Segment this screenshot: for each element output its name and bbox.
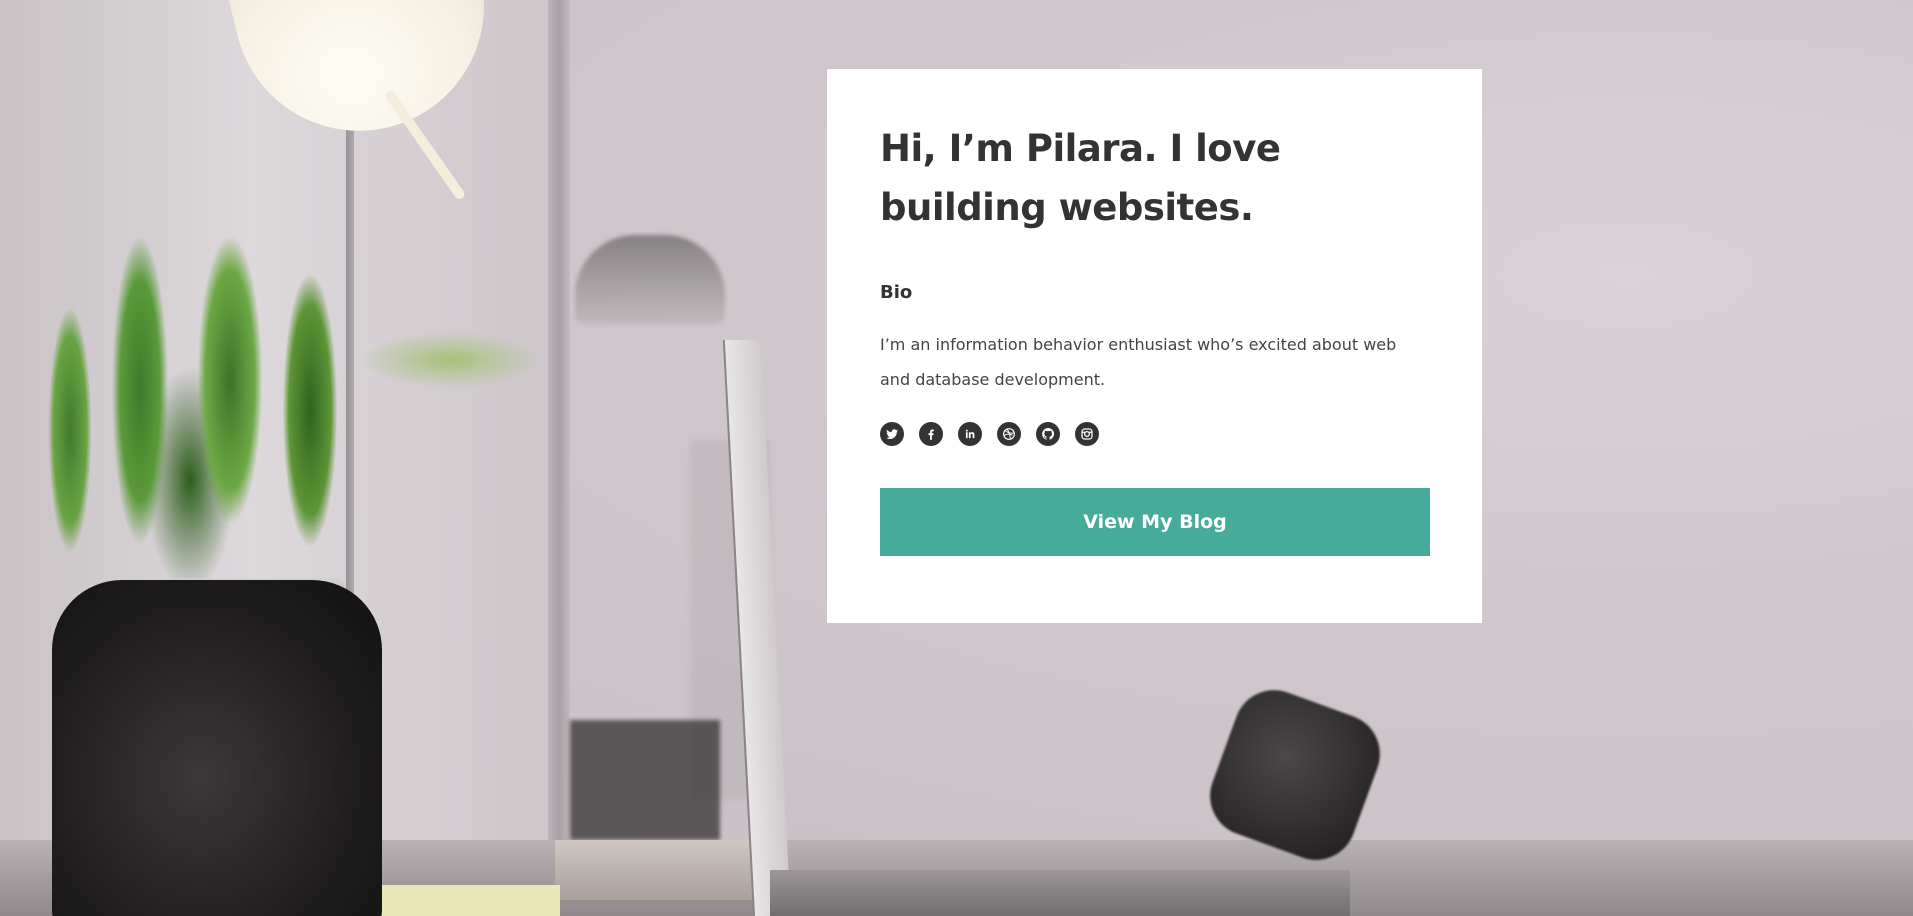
social-links <box>880 422 1429 446</box>
twitter-icon <box>886 429 899 440</box>
bio-heading: Bio <box>880 282 913 303</box>
github-icon <box>1042 427 1055 440</box>
background-plant <box>10 130 570 600</box>
background-laptop-base <box>770 870 1350 916</box>
dribbble-link[interactable] <box>997 422 1021 446</box>
facebook-icon <box>928 429 934 440</box>
instagram-link[interactable] <box>1075 422 1099 446</box>
hero-section: Hi, I’m Pilara. I love building websites… <box>0 0 1913 916</box>
github-link[interactable] <box>1036 422 1060 446</box>
linkedin-icon <box>965 429 975 439</box>
bio-text: I’m an information behavior enthusiast w… <box>880 335 1397 389</box>
background-stone-block <box>555 840 775 900</box>
facebook-link[interactable] <box>919 422 943 446</box>
intro-card: Hi, I’m Pilara. I love building websites… <box>827 69 1482 623</box>
background-desk-lamp <box>575 235 725 325</box>
background-box <box>570 720 720 840</box>
view-blog-button[interactable]: View My Blog <box>880 488 1430 556</box>
twitter-link[interactable] <box>880 422 904 446</box>
instagram-icon <box>1081 428 1093 440</box>
background-notepad <box>370 885 560 916</box>
linkedin-link[interactable] <box>958 422 982 446</box>
dribbble-icon <box>1003 428 1015 440</box>
page-title: Hi, I’m Pilara. I love building websites… <box>880 127 1281 229</box>
background-jar <box>52 580 382 916</box>
